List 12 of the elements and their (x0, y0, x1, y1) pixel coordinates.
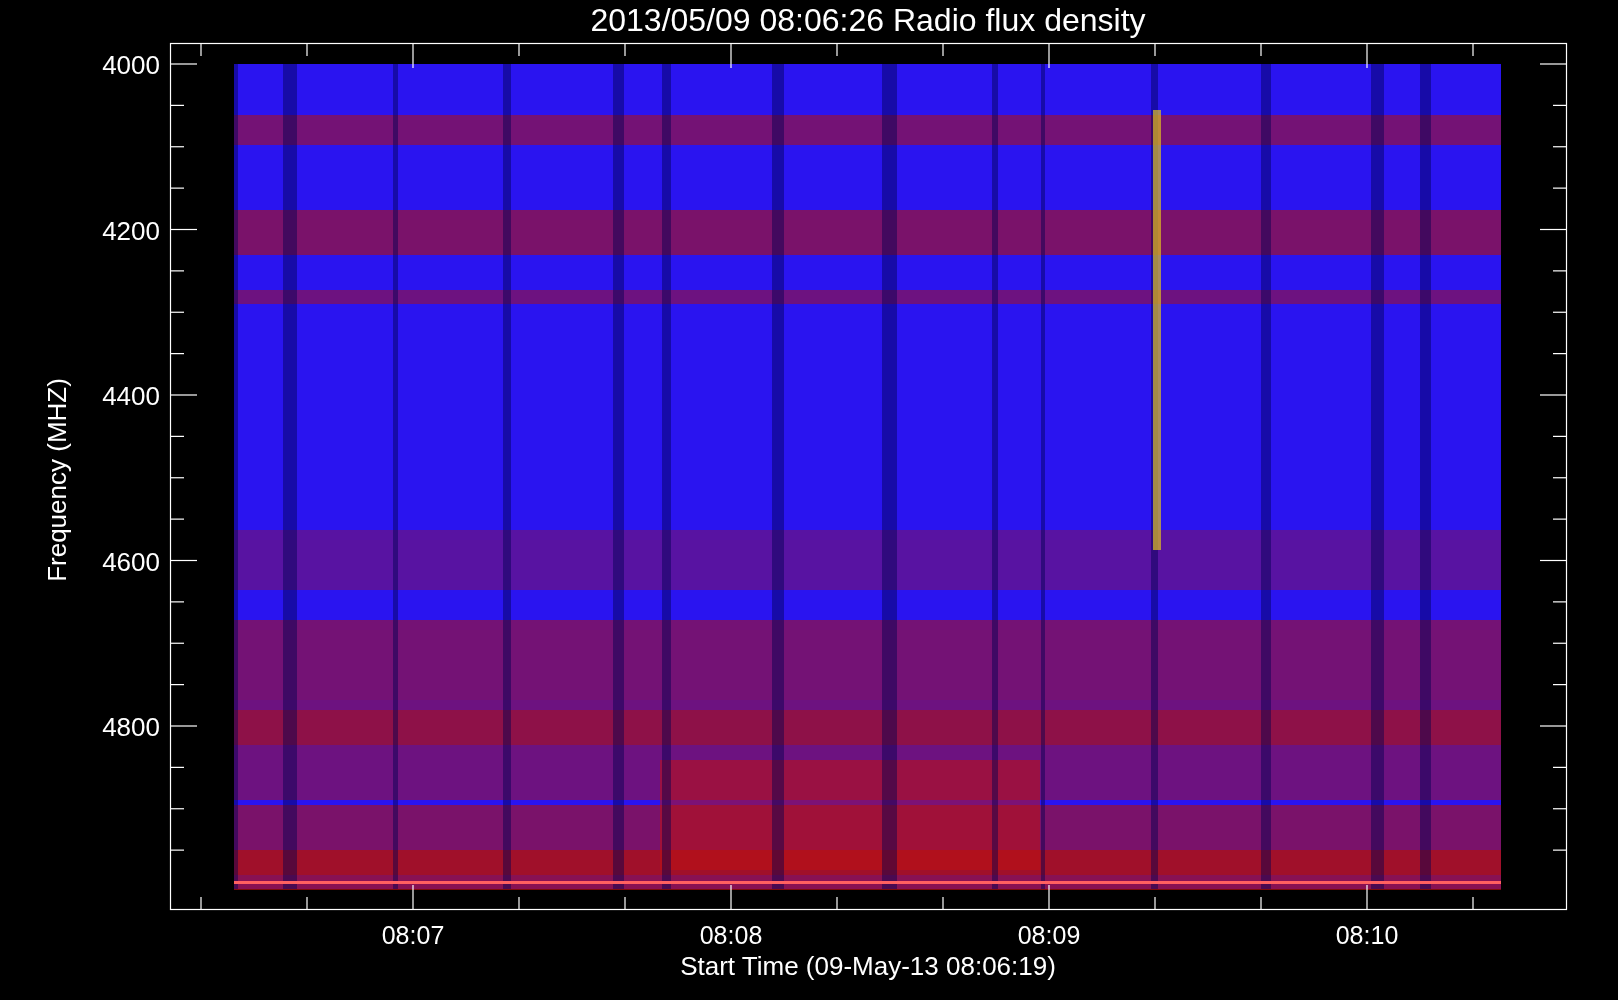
y-tick-label: 4000 (102, 50, 160, 80)
x-tick-label: 08:09 (1017, 921, 1081, 949)
y-tick-label: 4400 (102, 381, 160, 411)
chart-title: 2013/05/09 08:06:26 Radio flux density (590, 2, 1146, 38)
y-tick-label: 4600 (102, 546, 160, 577)
y-tick-label: 4800 (102, 712, 160, 742)
x-tick-label: 08:10 (1335, 921, 1399, 949)
x-tick-label: 08:07 (381, 921, 445, 949)
x-tick-label: 08:08 (699, 921, 763, 949)
y-tick-label: 4200 (102, 215, 160, 246)
y-axis-label: Frequency (MHZ) (42, 378, 72, 582)
x-axis-label: Start Time (09-May-13 08:06:19) (680, 951, 1056, 981)
